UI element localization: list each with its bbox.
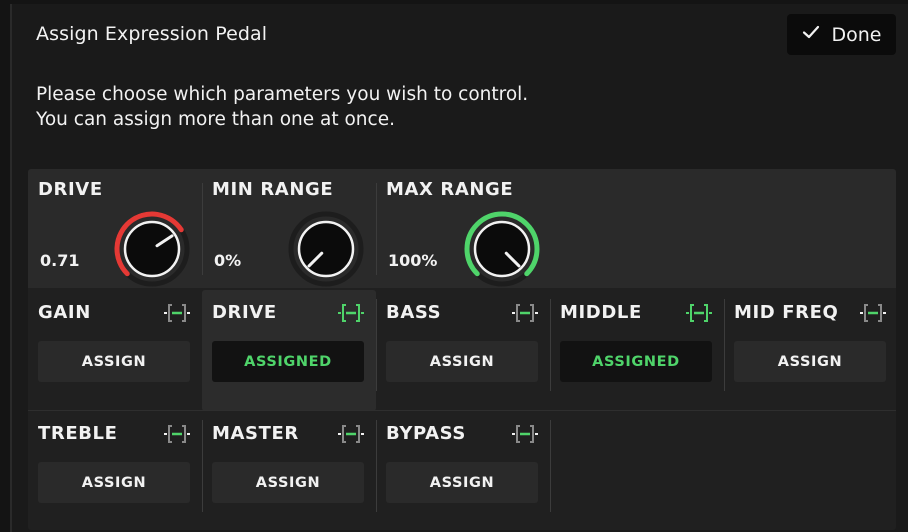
min-range-knob-cell: MIN RANGE 0% (202, 169, 376, 288)
drive-knob[interactable] (112, 209, 192, 289)
drive-knob-value: 0.71 (40, 251, 80, 270)
param-name: DRIVE (212, 302, 277, 323)
param-middle: MIDDLE ASSIGNED (550, 290, 724, 411)
expression-bracket-icon[interactable] (164, 302, 190, 324)
max-range-knob-cell: MAX RANGE 100% (376, 169, 550, 288)
assign-button[interactable]: ASSIGN (38, 462, 190, 503)
description-line-1: Please choose which parameters you wish … (36, 84, 529, 105)
param-name: BYPASS (386, 423, 466, 444)
expression-bracket-icon[interactable] (338, 423, 364, 445)
param-name: MIDDLE (560, 302, 642, 323)
param-mid-freq: MID FREQ ASSIGN (724, 290, 896, 411)
param-name: BASS (386, 302, 442, 323)
param-name: GAIN (38, 302, 91, 323)
parameter-panel: DRIVE 0.71 MIN RANGE 0% MAX RANGE 100% G… (28, 169, 896, 530)
param-drive: DRIVE ASSIGNED (202, 290, 376, 411)
param-divider (550, 299, 551, 391)
knob-row: DRIVE 0.71 MIN RANGE 0% MAX RANGE 100% (28, 169, 896, 288)
max-range-knob-label: MAX RANGE (386, 179, 514, 200)
drive-knob-cell: DRIVE 0.71 (28, 169, 202, 288)
param-divider (550, 420, 551, 512)
drive-knob-label: DRIVE (38, 179, 103, 200)
done-button[interactable]: Done (787, 14, 896, 55)
param-treble: TREBLE ASSIGN (28, 411, 202, 530)
expression-bracket-icon[interactable] (512, 302, 538, 324)
checkmark-icon (802, 23, 820, 46)
param-master: MASTER ASSIGN (202, 411, 376, 530)
assign-button[interactable]: ASSIGN (386, 462, 538, 503)
param-name: TREBLE (38, 423, 118, 444)
expression-bracket-icon[interactable] (512, 423, 538, 445)
param-name: MASTER (212, 423, 299, 444)
param-bass: BASS ASSIGN (376, 290, 550, 411)
assign-button[interactable]: ASSIGN (734, 341, 886, 382)
param-divider (202, 420, 203, 512)
param-name: MID FREQ (734, 302, 839, 323)
expression-bracket-icon[interactable] (164, 423, 190, 445)
min-range-knob-value: 0% (214, 251, 242, 270)
max-range-knob-value: 100% (388, 251, 438, 270)
description-line-2: You can assign more than one at once. (36, 109, 395, 130)
expression-bracket-icon[interactable] (860, 302, 886, 324)
assign-button[interactable]: ASSIGN (386, 341, 538, 382)
min-range-knob[interactable] (286, 209, 366, 289)
done-label: Done (831, 23, 882, 46)
expression-bracket-icon[interactable] (338, 302, 364, 324)
assign-button[interactable]: ASSIGN (212, 462, 364, 503)
dialog-description: Please choose which parameters you wish … (36, 82, 528, 132)
assign-button[interactable]: ASSIGNED (560, 341, 712, 382)
assign-button[interactable]: ASSIGN (38, 341, 190, 382)
expression-bracket-icon[interactable] (686, 302, 712, 324)
max-range-knob[interactable] (462, 209, 542, 289)
param-bypass: BYPASS ASSIGN (376, 411, 550, 530)
param-divider (376, 420, 377, 512)
param-gain: GAIN ASSIGN (28, 290, 202, 411)
param-divider (724, 299, 725, 391)
dialog-title: Assign Expression Pedal (36, 23, 268, 45)
min-range-knob-label: MIN RANGE (212, 179, 334, 200)
assign-button[interactable]: ASSIGNED (212, 341, 364, 382)
param-divider (376, 299, 377, 391)
